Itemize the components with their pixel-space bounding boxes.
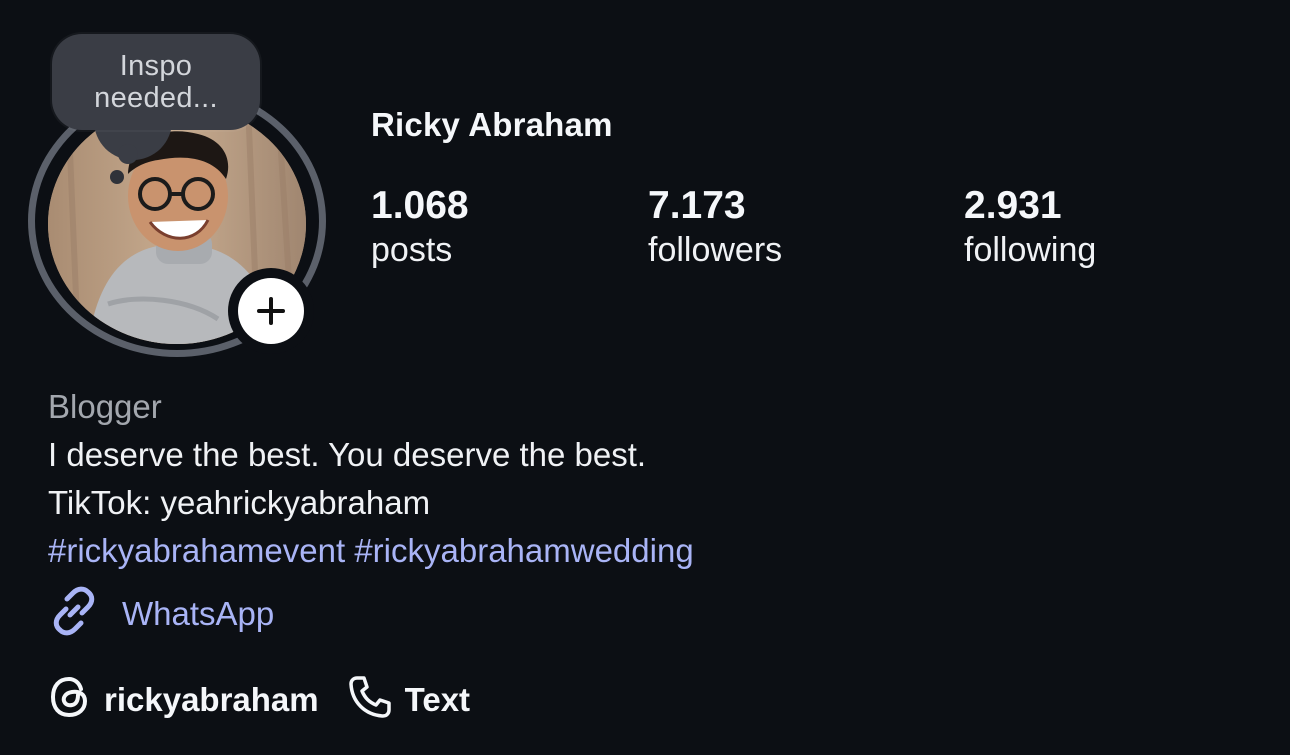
threads-button[interactable]: rickyabraham <box>48 675 319 724</box>
stat-posts-value: 1.068 <box>371 184 469 227</box>
note-text-line-2: needed... <box>94 82 218 114</box>
stat-posts[interactable]: 1.068 posts <box>371 183 469 271</box>
stat-followers[interactable]: 7.173 followers <box>648 183 782 271</box>
profile-name: Ricky Abraham <box>371 106 613 143</box>
bio-hashtags: #rickyabrahamevent #rickyabrahamwedding <box>48 527 694 575</box>
note-bubble-dot <box>118 144 138 164</box>
stat-following-value: 2.931 <box>964 184 1062 227</box>
bio-line-1: I deserve the best. You deserve the best… <box>48 436 647 473</box>
threads-icon <box>48 675 92 724</box>
external-link[interactable]: WhatsApp <box>48 585 274 642</box>
stat-followers-label: followers <box>648 231 783 269</box>
note-text-line-1: Inspo <box>119 50 193 82</box>
hashtag-link[interactable]: #rickyabrahamevent <box>48 532 345 569</box>
bio-line-2: TikTok: yeahrickyabraham <box>48 484 431 521</box>
stat-following[interactable]: 2.931 following <box>964 183 1096 271</box>
text-button[interactable]: Text <box>347 674 470 725</box>
hashtag-link[interactable]: #rickyabrahamwedding <box>354 532 693 569</box>
plus-icon <box>238 278 304 344</box>
link-label: WhatsApp <box>122 594 275 632</box>
stat-followers-value: 7.173 <box>648 184 746 227</box>
phone-icon <box>347 674 393 725</box>
text-label: Text <box>404 680 471 718</box>
bio: Blogger I deserve the best. You deserve … <box>48 383 694 575</box>
add-story-button[interactable] <box>228 268 314 354</box>
note-bubble-dot <box>110 170 124 184</box>
bio-category: Blogger <box>48 388 162 425</box>
note-bubble[interactable]: Inspo needed... <box>52 34 260 130</box>
stat-following-label: following <box>964 231 1097 269</box>
action-row: rickyabraham Text <box>48 674 470 725</box>
threads-label: rickyabraham <box>104 680 319 718</box>
link-icon <box>48 585 100 642</box>
stat-posts-label: posts <box>371 231 453 269</box>
